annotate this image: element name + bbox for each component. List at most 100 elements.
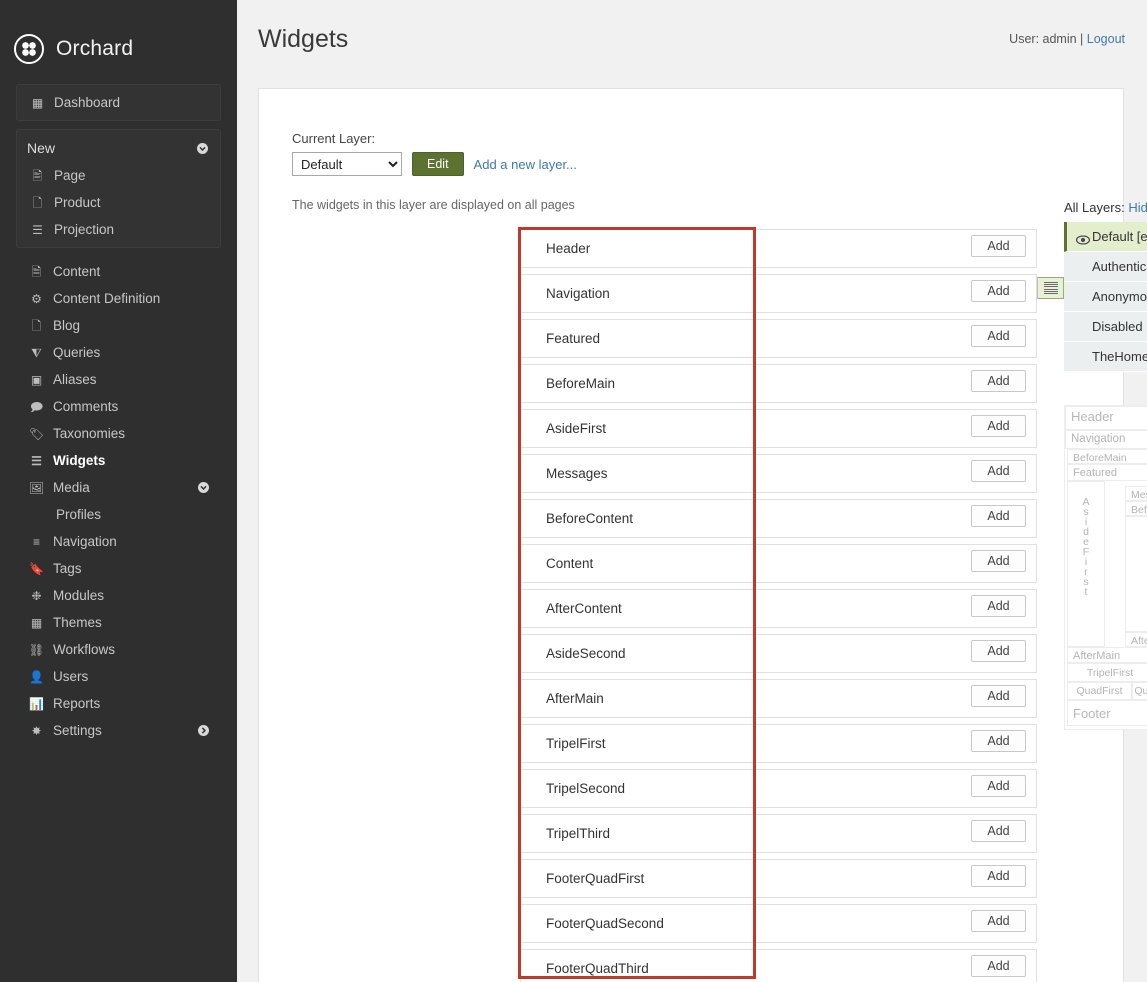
add-widget-button[interactable]: Add [971,550,1026,572]
sidebar-item-taxonomies[interactable]: 🏷 Taxonomies [16,420,221,447]
add-widget-button[interactable]: Add [971,415,1026,437]
sidebar-item-modules[interactable]: ❉ Modules [16,582,221,609]
zone-name: FooterQuadThird [546,961,649,976]
logout-link[interactable]: Logout [1087,32,1125,46]
main-area: Widgets User: admin | Logout Current Lay… [237,0,1147,982]
sidebar-item-label: Queries [53,345,101,360]
preview-zone-content: Content [1125,516,1147,632]
preview-zone-beforemain: BeforeMain [1067,449,1147,464]
preview-zone-label: QuadSecond [1134,685,1147,697]
layer-item[interactable]: Authenticated [empty] [1064,252,1147,282]
add-widget-button[interactable]: Add [971,685,1026,707]
sidebar-item-queries[interactable]: ⧨ Queries [16,339,221,366]
edit-layer-button[interactable]: Edit [412,152,464,176]
settings-icon: ✸ [31,723,42,738]
preview-zone-quadsecond: QuadSecond [1132,682,1147,700]
sidebar-item-navigation[interactable]: ≡ Navigation [16,528,221,555]
layer-item[interactable]: Anonymous [empty] [1064,282,1147,312]
sidebar-item-settings[interactable]: ✸ Settings [16,717,221,744]
sidebar-item-label: Page [54,168,86,183]
sidebar-item-aliases[interactable]: ▣ Aliases [16,366,221,393]
layer-item[interactable]: Disabled [empty] [1064,312,1147,342]
user-label: User: admin | [1009,32,1084,46]
add-widget-button[interactable]: Add [971,505,1026,527]
add-widget-button[interactable]: Add [971,280,1026,302]
sidebar-item-page[interactable]: 🖹 Page [17,162,220,189]
sidebar-item-product[interactable]: 🗋 Product [17,189,220,216]
sidebar-item-label: Comments [53,399,119,414]
sidebar-item-content-definition[interactable]: ⚙ Content Definition [16,285,221,312]
aliases-icon: ▣ [30,372,43,387]
hide-all-link[interactable]: Hide All [1128,200,1147,215]
zone-name: BeforeMain [546,376,616,391]
zone-row: Content Add [520,544,1037,583]
sidebar-item-label: Navigation [53,534,117,549]
tags-icon: 🔖 [29,561,44,576]
add-widget-button[interactable]: Add [971,325,1026,347]
sidebar-item-content[interactable]: 🗎 Content [16,258,221,285]
sidebar-item-profiles[interactable]: Profiles [16,501,221,528]
add-widget-button[interactable]: Add [971,460,1026,482]
widgets-icon: ☰ [31,453,42,468]
sidebar-item-widgets[interactable]: ☰ Widgets [16,447,221,474]
layer-item[interactable]: Default [empty] [1064,222,1147,252]
eye-icon[interactable] [1075,232,1091,245]
widgets-admin-page: Orchard ▦ Dashboard New 🖹 Page 🗋 Product [0,0,1147,982]
reports-icon: 📊 [29,696,44,711]
sidebar-item-label: Aliases [53,372,97,387]
preview-zone-label: Footer [1073,706,1111,721]
grid-view-button[interactable] [1038,277,1064,299]
sidebar-item-media[interactable]: 🖼 Media [16,474,221,501]
brand[interactable]: Orchard [0,0,237,76]
zone-list-scroll[interactable]: Header Add Navigation Add Featured Add BeforeM… [520,229,1040,982]
add-new-layer-link[interactable]: Add a new layer... [474,157,577,172]
add-widget-button[interactable]: Add [971,595,1026,617]
preview-zone-beforecontent: BeforeContent [1125,501,1147,516]
sidebar-item-reports[interactable]: 📊 Reports [16,690,221,717]
modules-icon: ❉ [31,588,42,603]
zone-name: Navigation [546,286,610,301]
preview-zone-label: Featured [1073,467,1118,479]
sidebar-item-themes[interactable]: ▦ Themes [16,609,221,636]
navigation-icon: ≡ [32,534,40,549]
all-layers-column: All Layers: Hide All Default [empty] Auth… [1064,200,1147,372]
layer-item[interactable]: TheHomepage [empty] [1064,342,1147,372]
sidebar-new-block: New 🖹 Page 🗋 Product ☰ Projection [16,129,221,248]
sidebar-item-users[interactable]: 👤 Users [16,663,221,690]
add-widget-button[interactable]: Add [971,640,1026,662]
add-widget-button[interactable]: Add [971,370,1026,392]
preview-zone-label: Navigation [1071,433,1126,445]
layer-select[interactable]: DefaultAuthenticatedAnonymousDisabledThe… [292,152,402,176]
sidebar-item-dashboard[interactable]: ▦ Dashboard [17,89,220,116]
sidebar-item-workflows[interactable]: ⛓ Workflows [16,636,221,663]
zone-list: Header Add Navigation Add Featured Add BeforeM… [520,229,1037,982]
add-widget-button[interactable]: Add [971,910,1026,932]
sidebar-item-new[interactable]: New [17,134,220,162]
preview-zone-quadfirst: QuadFirst [1067,682,1132,700]
chevron-right-icon [198,725,209,736]
layer-item-label: Anonymous [empty] [1092,289,1147,304]
sidebar-item-projection[interactable]: ☰ Projection [17,216,220,243]
preview-zone-label: Messages [1131,489,1147,501]
sidebar-item-comments[interactable]: 🗩 Comments [16,393,221,420]
zone-row: AsideSecond Add [520,634,1037,673]
add-widget-button[interactable]: Add [971,865,1026,887]
zone-row: Navigation Add [520,274,1037,313]
preview-zone-label: BeforeContent [1131,504,1147,516]
sidebar-item-blog[interactable]: 🗋 Blog [16,312,221,339]
add-widget-button[interactable]: Add [971,730,1026,752]
add-widget-button[interactable]: Add [971,775,1026,797]
preview-zone-label: Content [1126,567,1147,582]
add-widget-button[interactable]: Add [971,235,1026,257]
zone-row: FooterQuadSecond Add [520,904,1037,943]
preview-zone-label: BeforeMain [1073,452,1127,464]
add-widget-button[interactable]: Add [971,820,1026,842]
content-icon: 🗎 [31,264,42,279]
sidebar-item-tags[interactable]: 🔖 Tags [16,555,221,582]
all-layers-header: All Layers: Hide All [1064,200,1147,215]
add-widget-button[interactable]: Add [971,955,1026,977]
preview-zone-tripelfirst: TripelFirst [1067,663,1147,682]
preview-zone-label: AfterContent [1131,635,1147,647]
grid-view-icon [1043,282,1058,294]
sidebar-item-label: Taxonomies [53,426,126,441]
